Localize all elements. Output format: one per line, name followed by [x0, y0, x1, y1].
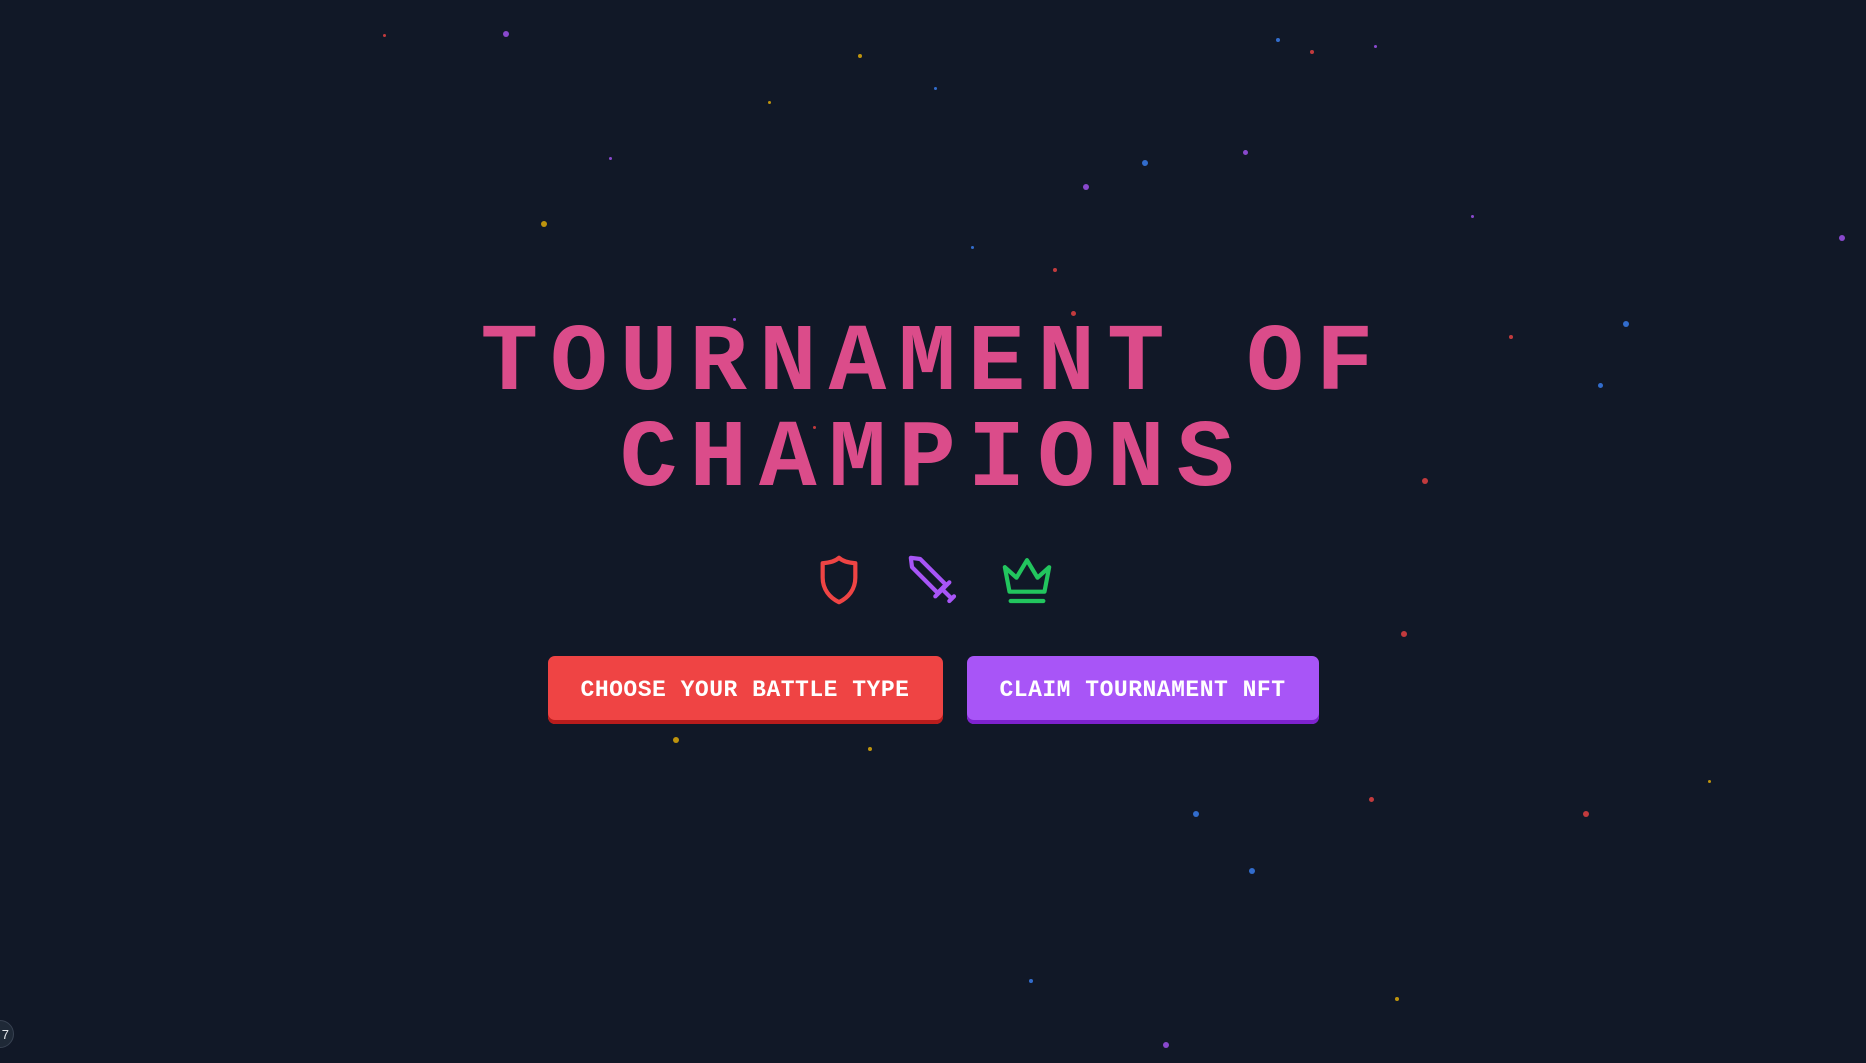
particle-dot — [868, 747, 872, 751]
sword-icon — [905, 550, 961, 610]
particle-dot — [608, 156, 612, 160]
particle-dot — [382, 33, 386, 37]
particle-dot — [1583, 811, 1589, 817]
particle-dot — [970, 245, 974, 249]
particle-dot — [1395, 997, 1399, 1001]
particle-dot — [1470, 214, 1474, 218]
particle-dot — [1707, 779, 1711, 783]
choose-battle-type-button[interactable]: CHOOSE YOUR BATTLE TYPE — [547, 656, 943, 724]
particle-dot — [1276, 38, 1280, 42]
page-title: TOURNAMENT OF CHAMPIONS — [0, 316, 1866, 508]
particle-dot — [1839, 235, 1845, 241]
particle-dot — [1029, 979, 1033, 983]
particle-dot — [1368, 796, 1374, 802]
title-line-2: CHAMPIONS — [619, 405, 1247, 514]
particle-dot — [1249, 868, 1255, 874]
particle-dot — [1310, 50, 1314, 54]
particle-dot — [541, 221, 547, 227]
icon-row — [0, 550, 1866, 610]
action-buttons: CHOOSE YOUR BATTLE TYPE CLAIM TOURNAMENT… — [0, 656, 1866, 724]
particle-dot — [933, 86, 937, 90]
claim-tournament-nft-button[interactable]: CLAIM TOURNAMENT NFT — [966, 656, 1319, 724]
particle-dot — [1053, 268, 1057, 272]
particle-dot — [1373, 44, 1377, 48]
particle-dot — [1242, 149, 1248, 155]
particle-dot — [767, 100, 771, 104]
crown-icon — [999, 550, 1055, 610]
particle-dot — [1142, 160, 1148, 166]
particle-dot — [503, 31, 509, 37]
particle-dot — [1083, 184, 1089, 190]
particle-dot — [1163, 1042, 1169, 1048]
particle-dot — [858, 54, 862, 58]
particle-dot — [673, 737, 679, 743]
title-line-1: TOURNAMENT OF — [480, 309, 1386, 418]
hero-section: TOURNAMENT OF CHAMPIONS CHOOSE YOUR BATT… — [0, 316, 1866, 724]
shield-icon — [811, 550, 867, 610]
particle-dot — [1193, 811, 1199, 817]
